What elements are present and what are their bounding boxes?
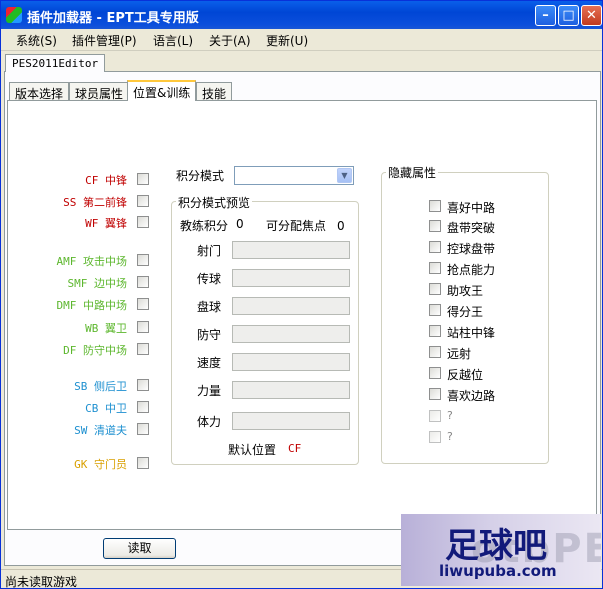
tab-version-select[interactable]: 版本选择: [9, 82, 70, 101]
position-checkbox[interactable]: [137, 423, 149, 435]
tab-player-attributes[interactable]: 球员属性: [69, 82, 130, 101]
stat-label: 体力: [197, 415, 222, 429]
hidden-attribute-label: ?: [447, 409, 453, 422]
position-label: WF 翼锋: [85, 217, 127, 230]
hidden-attribute-label: 助攻王: [447, 284, 484, 298]
assignable-label: 可分配焦点: [266, 219, 327, 233]
hidden-attribute-label: 喜欢边路: [447, 389, 496, 403]
position-label: SS 第二前锋: [63, 196, 127, 209]
read-button[interactable]: 读取: [103, 538, 176, 559]
hidden-attribute-checkbox[interactable]: [429, 388, 441, 400]
hidden-attribute-checkbox[interactable]: [429, 200, 441, 212]
coach-points-value: 0: [236, 217, 244, 231]
hidden-attribute-label: 远射: [447, 347, 472, 361]
position-checkbox[interactable]: [137, 321, 149, 333]
stat-bar: [232, 353, 350, 371]
hidden-attribute-checkbox[interactable]: [429, 241, 441, 253]
position-checkbox[interactable]: [137, 298, 149, 310]
menu-about[interactable]: 关于(A): [209, 32, 251, 49]
hidden-attribute-label: 控球盘带: [447, 242, 496, 256]
position-checkbox[interactable]: [137, 401, 149, 413]
stat-label: 速度: [197, 356, 222, 370]
stat-bar: [232, 241, 350, 259]
stat-label: 力量: [197, 384, 222, 398]
tab-position-training[interactable]: 位置&训练: [127, 80, 197, 101]
assignable-value: 0: [337, 219, 345, 233]
position-label: SMF 边中场: [67, 277, 128, 290]
maximize-button[interactable]: □: [558, 5, 579, 26]
position-checkbox[interactable]: [137, 276, 149, 288]
status-text: 尚未读取游戏: [5, 575, 78, 589]
position-checkbox[interactable]: [137, 379, 149, 391]
hidden-attribute-label: 站柱中锋: [447, 326, 496, 340]
position-label: AMF 攻击中场: [56, 255, 128, 268]
hidden-attribute-checkbox[interactable]: [429, 410, 441, 422]
hidden-attribute-checkbox[interactable]: [429, 346, 441, 358]
hidden-attribute-label: 喜好中路: [447, 201, 496, 215]
position-label: SW 清道夫: [74, 424, 127, 437]
stat-bar: [232, 325, 350, 343]
position-checkbox[interactable]: [137, 216, 149, 228]
watermark-logo: otbPES20 足球吧 liwupuba.com: [401, 514, 601, 586]
hidden-attribute-checkbox[interactable]: [429, 367, 441, 379]
hidden-attribute-checkbox[interactable]: [429, 220, 441, 232]
hidden-attribute-label: ?: [447, 430, 453, 443]
app-icon: [6, 7, 22, 23]
hidden-attribute-label: 反越位: [447, 368, 484, 382]
chevron-down-icon[interactable]: ▼: [337, 168, 352, 183]
tab-pes2011editor[interactable]: PES2011Editor: [5, 54, 106, 72]
stat-bar: [232, 269, 350, 287]
stat-label: 防守: [197, 328, 222, 342]
hidden-attributes-title: 隐藏属性: [386, 164, 439, 181]
hidden-attribute-checkbox[interactable]: [429, 283, 441, 295]
score-preview-title: 积分模式预览: [176, 194, 253, 211]
menu-system[interactable]: 系统(S): [16, 32, 57, 49]
menu-bar: 系统(S) 插件管理(P) 语言(L) 关于(A) 更新(U): [1, 29, 602, 51]
position-checkbox[interactable]: [137, 457, 149, 469]
hidden-attribute-label: 抢点能力: [447, 263, 496, 277]
hidden-attribute-label: 盘带突破: [447, 221, 496, 235]
coach-points-label: 教练积分: [180, 219, 229, 233]
app-window: 插件加载器 - EPT工具专用版 – □ ✕ 系统(S) 插件管理(P) 语言(…: [0, 0, 603, 589]
hidden-attribute-label: 得分王: [447, 305, 484, 319]
hidden-attribute-checkbox[interactable]: [429, 304, 441, 316]
hidden-attribute-checkbox[interactable]: [429, 325, 441, 337]
close-button[interactable]: ✕: [581, 5, 602, 26]
stat-bar: [232, 412, 350, 430]
position-checkbox[interactable]: [137, 195, 149, 207]
position-label: GK 守门员: [74, 458, 127, 471]
menu-update[interactable]: 更新(U): [266, 32, 308, 49]
position-checkbox[interactable]: [137, 254, 149, 266]
stat-label: 传球: [197, 272, 222, 286]
title-bar[interactable]: 插件加载器 - EPT工具专用版 – □ ✕: [1, 1, 602, 29]
hidden-attribute-checkbox[interactable]: [429, 262, 441, 274]
default-position-value: CF: [288, 442, 302, 455]
position-checkbox[interactable]: [137, 343, 149, 355]
stat-label: 射门: [197, 244, 222, 258]
watermark-logo-text: 足球吧: [445, 526, 547, 566]
score-mode-select[interactable]: ▼: [234, 166, 354, 185]
position-label: DMF 中路中场: [56, 299, 128, 312]
position-label: SB 侧后卫: [74, 380, 127, 393]
minimize-button[interactable]: –: [535, 5, 556, 26]
tab-skills[interactable]: 技能: [196, 82, 233, 101]
hidden-attribute-checkbox[interactable]: [429, 431, 441, 443]
position-checkbox[interactable]: [137, 173, 149, 185]
position-label: DF 防守中场: [63, 344, 127, 357]
stat-bar: [232, 381, 350, 399]
watermark-url: liwupuba.com: [439, 562, 557, 580]
position-label: CB 中卫: [85, 402, 127, 415]
menu-language[interactable]: 语言(L): [153, 32, 193, 49]
menu-plugin-management[interactable]: 插件管理(P): [72, 32, 137, 49]
stat-label: 盘球: [197, 300, 222, 314]
window-title: 插件加载器 - EPT工具专用版: [27, 11, 199, 26]
stat-bar: [232, 297, 350, 315]
position-label: WB 翼卫: [85, 322, 127, 335]
default-position-label: 默认位置: [228, 443, 277, 457]
position-label: CF 中锋: [85, 174, 127, 187]
score-mode-label: 积分模式: [176, 169, 225, 183]
